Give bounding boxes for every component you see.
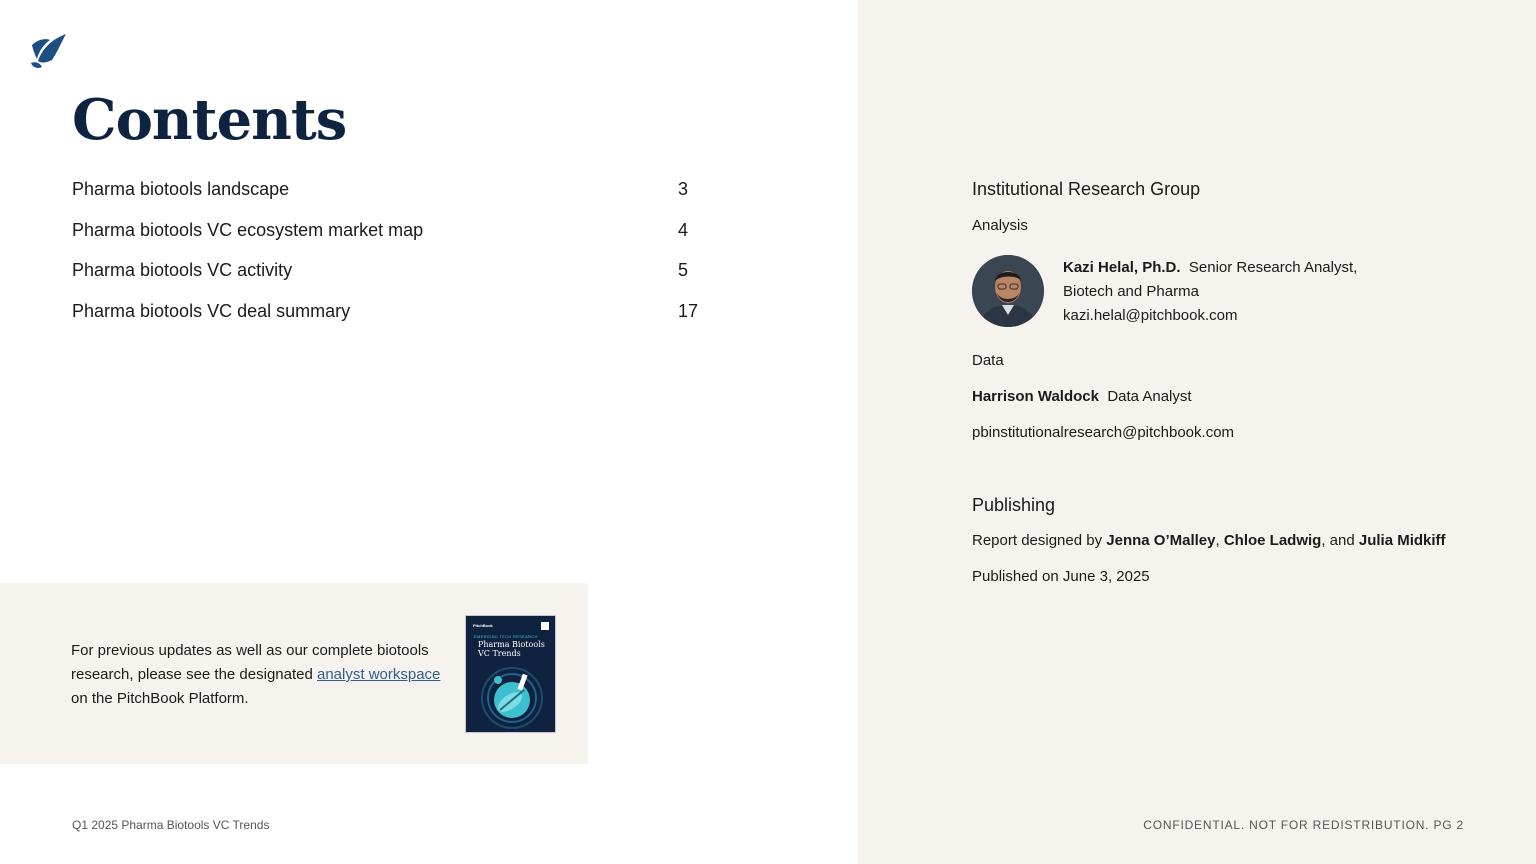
- data-label: Data: [972, 352, 1004, 369]
- designer-separator: , and: [1321, 532, 1359, 549]
- toc-item-label: Pharma biotools VC deal summary: [72, 300, 351, 321]
- toc-item[interactable]: Pharma biotools VC deal summary 17: [72, 298, 712, 339]
- analyst-avatar: [972, 255, 1044, 327]
- footer-confidential: CONFIDENTIAL. NOT FOR REDISTRIBUTION. PG…: [1143, 818, 1464, 832]
- analyst-role: Senior Research Analyst,: [1188, 259, 1358, 276]
- promo-text: For previous updates as well as our comp…: [71, 639, 456, 711]
- analyst-workspace-link[interactable]: analyst workspace: [317, 666, 440, 683]
- page-title: Contents: [72, 87, 347, 153]
- promo-text-after: on the PitchBook Platform.: [71, 690, 249, 707]
- cover-title: Pharma Biotools VC Trends: [478, 640, 545, 658]
- published-date: Published on June 3, 2025: [972, 568, 1150, 585]
- data-email[interactable]: pbinstitutionalresearch@pitchbook.com: [972, 422, 1234, 444]
- toc-item[interactable]: Pharma biotools landscape 3: [72, 176, 712, 217]
- toc-item-page: 17: [678, 300, 699, 321]
- designer-separator: ,: [1215, 532, 1224, 549]
- analyst-role-line2: Biotech and Pharma: [1063, 283, 1199, 300]
- toc-item[interactable]: Pharma biotools VC ecosystem market map …: [72, 217, 712, 258]
- toc-item-label: Pharma biotools VC activity: [72, 260, 293, 280]
- toc-item-page: 3: [678, 179, 689, 199]
- cover-brand: PitchBook: [473, 623, 493, 628]
- toc-item-page: 5: [678, 260, 689, 280]
- cover-eyebrow: EMERGING TECH RESEARCH: [474, 634, 538, 639]
- petri-dish-illustration-icon: [481, 667, 543, 729]
- analysis-label: Analysis: [972, 217, 1028, 234]
- data-analyst-line: Harrison Waldock Data Analyst: [972, 386, 1192, 408]
- pitchbook-logo-icon: [31, 34, 66, 68]
- publishing-heading: Publishing: [972, 495, 1056, 515]
- footer-report-title: Q1 2025 Pharma Biotools VC Trends: [72, 818, 270, 832]
- designed-by-line: Report designed by Jenna O’Malley, Chloe…: [972, 530, 1446, 552]
- qr-code-icon: [541, 622, 549, 630]
- toc-item-label: Pharma biotools VC ecosystem market map: [72, 219, 424, 240]
- toc-item[interactable]: Pharma biotools VC activity 5: [72, 257, 712, 298]
- report-cover-thumbnail[interactable]: PitchBook EMERGING TECH RESEARCH Pharma …: [465, 615, 556, 733]
- analyst-info: Kazi Helal, Ph.D. Senior Research Analys…: [1063, 256, 1383, 328]
- designer-name: Chloe Ladwig: [1223, 532, 1322, 549]
- analyst-portrait-icon: [972, 255, 1044, 327]
- table-of-contents: Pharma biotools landscape 3 Pharma bioto…: [72, 176, 712, 338]
- toc-item-page: 4: [678, 219, 689, 240]
- designed-prefix: Report designed by: [972, 532, 1107, 549]
- designer-name: Jenna O’Malley: [1106, 532, 1216, 549]
- data-analyst-name: Harrison Waldock: [972, 388, 1099, 405]
- workspace-promo-box: For previous updates as well as our comp…: [0, 583, 588, 764]
- analyst-email[interactable]: kazi.helal@pitchbook.com: [1063, 304, 1383, 328]
- data-analyst-role: Data Analyst: [1107, 388, 1192, 405]
- analyst-name: Kazi Helal, Ph.D.: [1063, 259, 1181, 276]
- toc-item-label: Pharma biotools landscape: [72, 179, 290, 199]
- designer-name: Julia Midkiff: [1358, 532, 1446, 549]
- analyst-line: Kazi Helal, Ph.D. Senior Research Analys…: [1063, 256, 1383, 280]
- research-group-heading: Institutional Research Group: [972, 179, 1201, 199]
